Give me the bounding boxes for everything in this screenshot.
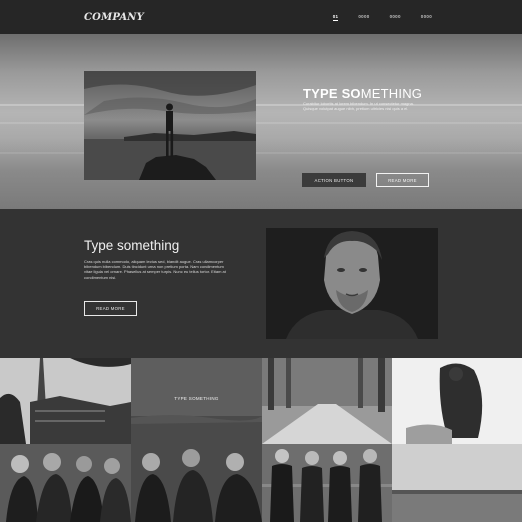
hero-section: TYPE SOMETHING Curabitur lobortis at lor…: [0, 34, 522, 209]
about-read-more-button[interactable]: READ MORE: [84, 301, 137, 316]
gallery-tile-eagle[interactable]: [392, 358, 522, 444]
nav-link-4[interactable]: 0000: [421, 14, 432, 21]
gallery-image-group-1: [0, 444, 131, 522]
top-navigation-bar: COMPANY 01 0000 0000 0000: [0, 0, 522, 34]
gallery-tile-group-1[interactable]: [0, 444, 131, 522]
hero-wave-line: [0, 122, 522, 124]
gallery-image-paris: [0, 358, 131, 444]
nav-link-2[interactable]: 0000: [358, 14, 369, 21]
gallery-tile-group-2[interactable]: [131, 444, 262, 522]
hero-wave-line: [0, 104, 522, 106]
photo-gallery: TYPE SOMETHING: [0, 358, 522, 522]
hero-wave-line: [0, 152, 522, 154]
hero-photo-person-on-rock: [84, 71, 256, 180]
gallery-image-forest-road: [262, 358, 392, 444]
gallery-tile-paris[interactable]: [0, 358, 131, 444]
action-button[interactable]: ACTION BUTTON: [302, 173, 366, 187]
about-description: Cras quis nulla commodo, aliquam lectus …: [84, 259, 226, 280]
gallery-image-eagle: [392, 358, 522, 444]
nav-link-1[interactable]: 01: [332, 14, 339, 21]
portrait-photo: [266, 228, 438, 339]
about-section: Type something Cras quis nulla commodo, …: [0, 209, 522, 358]
gallery-image-group-3: [262, 444, 392, 522]
gallery-tile-sea[interactable]: [392, 444, 522, 522]
hero-read-more-button[interactable]: READ MORE: [376, 173, 429, 187]
portrait-image: [266, 228, 438, 339]
gallery-tile-group-3[interactable]: [262, 444, 392, 522]
nav-link-3[interactable]: 0000: [390, 14, 401, 21]
company-logo[interactable]: COMPANY: [84, 12, 144, 23]
gallery-tile-caption[interactable]: TYPE SOMETHING: [131, 358, 262, 444]
gallery-image-sea: [392, 444, 522, 522]
hero-photo-image: [84, 71, 256, 180]
gallery-image-foggy-field: [131, 358, 262, 444]
nav-links: 01 0000 0000 0000: [332, 14, 432, 21]
gallery-caption: TYPE SOMETHING: [174, 396, 219, 401]
hero-title: TYPE SOMETHING: [303, 86, 423, 101]
about-title: Type something: [84, 238, 180, 253]
hero-description: Curabitur lobortis at lorem bibendum. In…: [303, 101, 414, 112]
gallery-image-group-2: [131, 444, 262, 522]
gallery-tile-forest-road[interactable]: [262, 358, 392, 444]
